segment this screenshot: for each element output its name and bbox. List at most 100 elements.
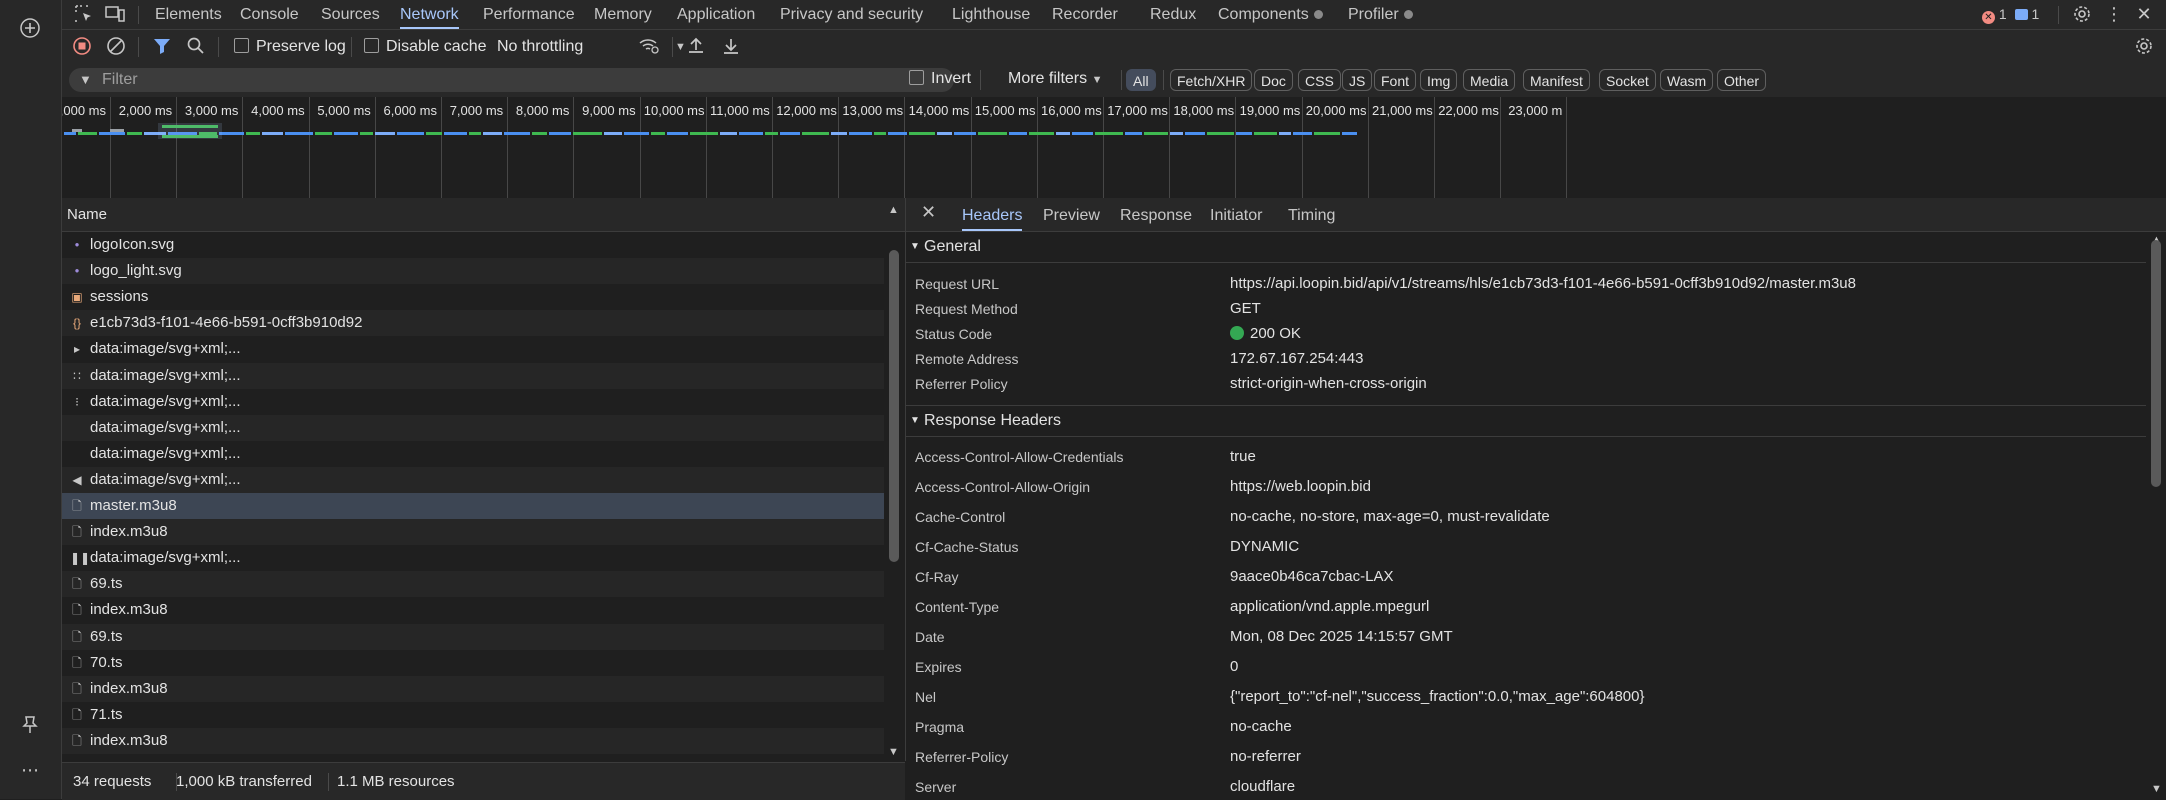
preserve-log-checkbox[interactable]: Preserve log [234,36,346,58]
request-row[interactable]: ❚❚ data:image/svg+xml;... [62,545,884,571]
response-header-value[interactable]: no-cache [1230,718,1292,735]
response-headers-section-toggle[interactable]: ▼ Response Headers [906,405,2146,437]
request-row[interactable]: ∷ data:image/svg+xml;... [62,362,884,389]
response-header-value[interactable]: application/vnd.apple.mpegurl [1230,598,1429,615]
close-details-icon[interactable]: ✕ [921,202,936,223]
tab-preview[interactable]: Preview [1043,198,1100,231]
tab-privacy-security[interactable]: Privacy and security [780,0,923,29]
add-icon[interactable] [16,17,44,45]
kebab-menu-icon[interactable]: ⋮ [2104,4,2124,24]
tab-sources[interactable]: Sources [321,0,380,29]
request-row[interactable]: ● logoIcon.svg [62,232,884,258]
inspect-element-icon[interactable] [74,4,94,24]
request-row[interactable]: data:image/svg+xml;... [62,441,884,467]
request-row[interactable]: 🗋 71.ts [62,702,884,728]
tab-console[interactable]: Console [240,0,299,29]
request-row[interactable]: 🗋 index.m3u8 [62,675,884,702]
filter-type-all[interactable]: All [1126,69,1156,91]
disable-cache-checkbox[interactable]: Disable cache [364,36,487,58]
general-value[interactable]: strict-origin-when-cross-origin [1230,375,1427,392]
request-row[interactable]: ● logo_light.svg [62,258,884,285]
request-row[interactable]: {} e1cb73d3-f101-4e66-b591-0cff3b910d92 [62,310,884,337]
tab-performance[interactable]: Performance [483,0,575,29]
invert-checkbox[interactable]: Invert [909,68,971,90]
tab-redux[interactable]: Redux [1150,0,1196,29]
filter-type-wasm[interactable]: Wasm [1660,69,1714,91]
export-har-icon[interactable] [721,36,741,56]
record-stop-icon[interactable] [72,36,92,56]
tab-timing[interactable]: Timing [1288,198,1335,231]
request-row[interactable]: 🗋 69.ts [62,623,884,650]
request-row[interactable]: 🗋 index.m3u8 [62,727,884,754]
response-header-value[interactable]: DYNAMIC [1230,538,1299,555]
request-row[interactable]: ◀ data:image/svg+xml;... [62,466,884,493]
general-value[interactable]: GET [1230,300,1261,317]
column-name-header[interactable]: Name [67,198,107,231]
response-header-value[interactable]: {"report_to":"cf-nel","success_fraction"… [1230,688,1645,705]
filter-type-css[interactable]: CSS [1298,69,1341,91]
request-list-scroll-thumb[interactable] [889,250,899,562]
more-icon[interactable]: ⋯ [16,756,44,784]
details-scroll-thumb[interactable] [2151,240,2161,487]
tab-profiler[interactable]: Profiler [1348,0,1413,29]
tab-headers[interactable]: Headers [962,198,1023,231]
import-har-icon[interactable] [686,36,706,56]
filter-type-font[interactable]: Font [1374,69,1417,91]
tab-memory[interactable]: Memory [594,0,652,29]
filter-type-socket[interactable]: Socket [1599,69,1656,91]
response-header-value[interactable]: true [1230,448,1256,465]
tab-components[interactable]: Components [1218,0,1323,29]
tab-application[interactable]: Application [677,0,755,29]
scroll-down-icon[interactable]: ▼ [2151,783,2162,795]
filter-type-fetch-xhr[interactable]: Fetch/XHR [1170,69,1253,91]
timeline-selection[interactable] [158,123,222,139]
request-row[interactable]: ▣ sessions [62,284,884,310]
request-row[interactable]: 🗋 index.m3u8 [62,519,884,546]
filter-input[interactable]: ▼ Filter [69,68,954,92]
tab-recorder[interactable]: Recorder [1052,0,1118,29]
pin-icon[interactable] [16,715,44,743]
response-header-value[interactable]: no-referrer [1230,748,1301,765]
tab-elements[interactable]: Elements [155,0,222,29]
filter-type-manifest[interactable]: Manifest [1523,69,1590,91]
response-header-value[interactable]: cloudflare [1230,778,1295,795]
request-row[interactable]: ▸ data:image/svg+xml;... [62,336,884,362]
filter-type-other[interactable]: Other [1717,69,1767,91]
request-row[interactable]: data:image/svg+xml;... [62,414,884,441]
general-section-toggle[interactable]: ▼ General [906,232,2146,263]
tab-lighthouse[interactable]: Lighthouse [952,0,1030,29]
request-row[interactable]: 🗋 69.ts [62,571,884,598]
response-header-value[interactable]: Mon, 08 Dec 2025 14:15:57 GMT [1230,628,1453,645]
scroll-up-icon[interactable]: ▲ [888,204,899,216]
issues-counter[interactable]: ✕ 1 1 [1982,0,2039,29]
tab-network[interactable]: Network [400,0,459,29]
clear-icon[interactable] [106,36,126,56]
throttling-select[interactable]: No throttling ▼ [497,36,692,58]
close-devtools-icon[interactable]: ✕ [2134,4,2154,24]
scroll-down-icon[interactable]: ▼ [888,746,899,758]
tab-initiator[interactable]: Initiator [1210,198,1262,231]
request-row[interactable]: ⁝ data:image/svg+xml;... [62,389,884,415]
request-row[interactable]: 🗋 index.m3u8 [62,597,884,623]
device-toolbar-icon[interactable] [104,4,125,24]
filter-type-media[interactable]: Media [1463,69,1516,91]
tab-response[interactable]: Response [1120,198,1192,231]
network-settings-gear-icon[interactable] [2134,36,2154,56]
general-value[interactable]: https://api.loopin.bid/api/v1/streams/hl… [1230,275,1856,292]
settings-gear-icon[interactable] [2072,4,2092,24]
search-icon[interactable] [186,36,206,56]
request-row[interactable]: 🗋 70.ts [62,650,884,676]
response-header-value[interactable]: 0 [1230,658,1238,675]
filter-funnel-icon[interactable] [152,36,172,56]
request-row[interactable]: 🗋 master.m3u8 [62,493,884,519]
response-header-value[interactable]: no-cache, no-store, max-age=0, must-reva… [1230,508,1550,525]
filter-type-img[interactable]: Img [1420,69,1458,91]
timeline-overview[interactable]: 1,000 ms2,000 ms3,000 ms4,000 ms5,000 ms… [62,97,2166,199]
response-header-value[interactable]: 9aace0b46ca7cbac-LAX [1230,568,1393,585]
general-value[interactable]: 200 OK [1230,325,1301,342]
filter-type-js[interactable]: JS [1342,69,1373,91]
filter-type-doc[interactable]: Doc [1254,69,1293,91]
network-conditions-icon[interactable] [638,36,659,56]
general-value[interactable]: 172.67.167.254:443 [1230,350,1363,367]
more-filters-dropdown[interactable]: More filters ▼ [1008,68,1102,90]
